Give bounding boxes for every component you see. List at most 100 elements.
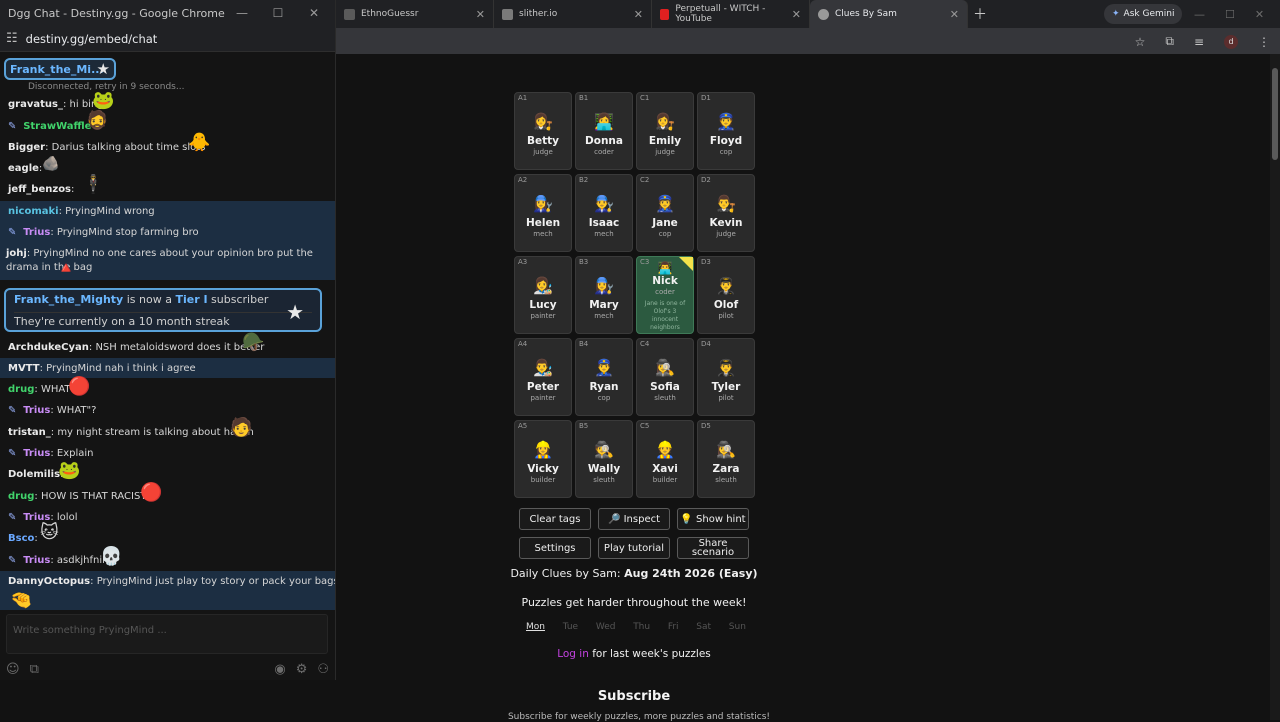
chat-message: drug: WHAT <box>8 384 71 395</box>
suspect-card[interactable]: B5 🕵️ Wally sleuth <box>575 420 633 498</box>
card-coordinate: D3 <box>701 258 711 266</box>
chat-url[interactable]: destiny.gg/embed/chat <box>26 32 158 46</box>
chat-messages[interactable]: Disconnected, retry in 9 seconds... grav… <box>0 80 335 610</box>
maximize-icon[interactable]: ☐ <box>271 6 285 20</box>
maximize-icon[interactable]: ☐ <box>1225 8 1235 21</box>
minimize-icon[interactable]: — <box>1194 8 1205 21</box>
suspect-role: painter <box>530 312 556 320</box>
suspect-card[interactable]: A4 👨‍🎨 Peter painter <box>514 338 572 416</box>
chat-message: ✎ Trius: Explain <box>8 448 94 459</box>
menu-list-icon[interactable]: ≡ <box>1194 35 1204 49</box>
pepe-emote: 🐸 <box>58 460 81 481</box>
scrollbar-thumb[interactable] <box>1272 68 1278 160</box>
suspect-name: Mary <box>589 299 619 311</box>
card-coordinate: C3 <box>640 258 650 266</box>
suspect-role: coder <box>655 288 675 296</box>
gear-icon[interactable]: ⚙ <box>296 662 308 677</box>
users-icon[interactable]: ⚇ <box>317 662 329 677</box>
rock-emote: 🪨 <box>42 156 60 172</box>
emoji-icon[interactable]: ☺ <box>6 662 20 677</box>
day-wed[interactable]: Wed <box>596 622 616 632</box>
pinned-user-badge[interactable]: Frank_the_Mi... ★ <box>4 58 116 80</box>
close-tab-icon[interactable]: ✕ <box>476 8 485 21</box>
suspect-card[interactable]: A5 👷‍♀️ Vicky builder <box>514 420 572 498</box>
clear-tags-button[interactable]: Clear tags <box>519 508 591 530</box>
close-icon[interactable]: ✕ <box>1255 8 1264 21</box>
suspect-name: Isaac <box>588 217 620 229</box>
suspect-card[interactable]: B1 👩‍💻 Donna coder <box>575 92 633 170</box>
ask-gemini-button[interactable]: ✦ Ask Gemini <box>1104 4 1183 24</box>
suspect-card[interactable]: B4 👮‍♂️ Ryan cop <box>575 338 633 416</box>
streak-text: They're currently on a 10 month streak <box>14 312 312 328</box>
tab-youtube[interactable]: Perpetuall - WITCH - YouTube ✕ <box>652 0 810 28</box>
chat-message: johj: PryingMind no one cares about your… <box>6 248 313 273</box>
tab-clues-by-sam[interactable]: Clues By Sam ✕ <box>810 0 968 28</box>
suspect-name: Tyler <box>711 381 741 393</box>
day-fri[interactable]: Fri <box>668 622 679 632</box>
card-coordinate: D5 <box>701 422 711 430</box>
tab-slither[interactable]: slither.io ✕ <box>494 0 652 28</box>
settings-button[interactable]: Settings <box>519 537 591 559</box>
avatar-icon: 👩‍🔧 <box>594 276 614 295</box>
face-emote: 🧑 <box>230 417 253 438</box>
card-coordinate: D2 <box>701 176 711 184</box>
chat-message: Dolemilis: <box>8 469 64 480</box>
minimize-icon[interactable]: — <box>235 6 249 20</box>
close-tab-icon[interactable]: ✕ <box>950 8 959 21</box>
whisper-icon[interactable]: ⧉ <box>30 662 39 677</box>
avatar-icon: 👨‍✈️ <box>716 276 736 295</box>
share-scenario-button[interactable]: Share scenario <box>677 537 749 559</box>
page-icon <box>344 8 355 20</box>
weekday-selector: Mon Tue Wed Thu Fri Sat Sun <box>526 622 746 632</box>
chat-input[interactable]: Write something PryingMind ... <box>6 614 328 654</box>
suspect-name: Betty <box>526 135 559 147</box>
day-thu[interactable]: Thu <box>633 622 650 632</box>
day-sat[interactable]: Sat <box>696 622 711 632</box>
suspect-name: Kevin <box>709 217 743 229</box>
card-coordinate: B2 <box>579 176 589 184</box>
suspect-card[interactable]: D3 👨‍✈️ Olof pilot <box>697 256 755 334</box>
tab-ethnoguessr[interactable]: EthnoGuessr ✕ <box>336 0 494 28</box>
suspect-card[interactable]: A1 👩‍⚖️ Betty judge <box>514 92 572 170</box>
day-sun[interactable]: Sun <box>729 622 746 632</box>
connection-status: Disconnected, retry in 9 seconds... <box>28 82 185 92</box>
suspect-card[interactable]: C3 👨‍💻 Nick coder Jane is one of Olof's 3 in… <box>636 256 694 334</box>
show-hint-button[interactable]: 💡 Show hint <box>677 508 749 530</box>
bookmark-star-icon[interactable]: ☆ <box>1135 35 1146 49</box>
login-link[interactable]: Log in <box>557 648 589 660</box>
suspect-card[interactable]: C5 👷 Xavi builder <box>636 420 694 498</box>
play-tutorial-button[interactable]: Play tutorial <box>598 537 670 559</box>
new-tab-icon[interactable]: ＋ <box>968 4 992 24</box>
day-tue[interactable]: Tue <box>563 622 578 632</box>
more-options-icon[interactable]: ⋮ <box>1258 35 1270 49</box>
suspect-card[interactable]: D2 👨‍⚖️ Kevin judge <box>697 174 755 252</box>
site-info-icon[interactable]: ☷ <box>6 31 18 46</box>
close-icon[interactable]: ✕ <box>307 6 321 20</box>
card-coordinate: A2 <box>518 176 528 184</box>
suspect-card[interactable]: B2 👨‍🔧 Isaac mech <box>575 174 633 252</box>
close-tab-icon[interactable]: ✕ <box>792 8 801 21</box>
inspect-button[interactable]: 🔎 Inspect <box>598 508 670 530</box>
suspect-card[interactable]: C1 👩‍⚖️ Emily judge <box>636 92 694 170</box>
suspect-card[interactable]: D5 🕵️‍♀️ Zara sleuth <box>697 420 755 498</box>
login-line: Log in for last week's puzzles <box>557 648 711 660</box>
suspect-card[interactable]: D4 👨‍✈️ Tyler pilot <box>697 338 755 416</box>
extensions-icon[interactable]: ⧉ <box>1165 34 1174 49</box>
suspect-role: sleuth <box>593 476 615 484</box>
suspect-card[interactable]: D1 👮 Floyd cop <box>697 92 755 170</box>
suspect-card[interactable]: C2 👮‍♀️ Jane cop <box>636 174 694 252</box>
page-scrollbar[interactable] <box>1270 54 1280 720</box>
eye-icon[interactable]: ◉ <box>274 662 285 677</box>
card-coordinate: A1 <box>518 94 528 102</box>
day-mon[interactable]: Mon <box>526 622 545 632</box>
card-coordinate: D1 <box>701 94 711 102</box>
suspect-card[interactable]: A3 👩‍🎨 Lucy painter <box>514 256 572 334</box>
chat-message: ArchdukeCyan: NSH metaloidsword does it … <box>8 342 265 353</box>
suspect-card[interactable]: C4 🕵️‍♀️ Sofia sleuth <box>636 338 694 416</box>
chat-urlbar[interactable]: ☷ destiny.gg/embed/chat <box>0 26 335 52</box>
suspect-card[interactable]: B3 👩‍🔧 Mary mech <box>575 256 633 334</box>
suspect-card[interactable]: A2 👩‍🔧 Helen mech <box>514 174 572 252</box>
close-tab-icon[interactable]: ✕ <box>634 8 643 21</box>
chat-message: Bigger: Darius talking about time slots <box>8 142 206 153</box>
profile-avatar[interactable]: d <box>1224 34 1238 49</box>
